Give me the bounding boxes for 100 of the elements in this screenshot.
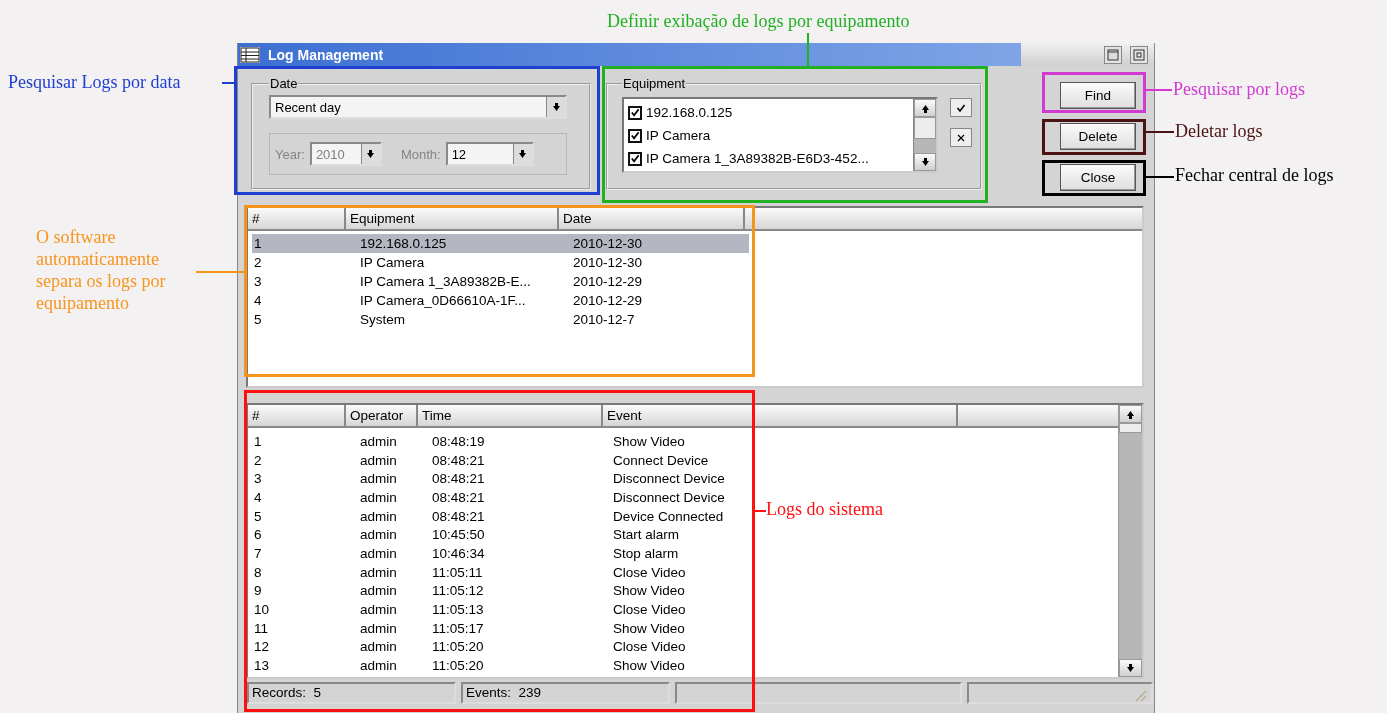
table-cell: 10 bbox=[254, 602, 270, 618]
table-cell-text: 2010-12-29 bbox=[572, 293, 644, 308]
table-cell-text: 3 bbox=[253, 274, 263, 289]
table-row[interactable]: 5 System 2010-12-7 bbox=[252, 310, 749, 329]
table-cell: admin bbox=[360, 508, 397, 524]
dropdown-button[interactable] bbox=[546, 97, 565, 117]
checkbox-item[interactable]: IP Camera bbox=[628, 124, 909, 147]
table-cell: 10:46:34 bbox=[432, 545, 485, 561]
table-cell: Device Connected bbox=[613, 508, 724, 524]
table-cell: 9 bbox=[254, 583, 262, 599]
column-header[interactable]: Event bbox=[603, 405, 958, 426]
column-header[interactable]: # bbox=[248, 405, 346, 426]
table-cell: 8 bbox=[254, 564, 262, 580]
scroll-thumb[interactable] bbox=[1119, 423, 1142, 433]
checkbox-item[interactable]: IP Camera 1_3A89382B-E6D3-452... bbox=[628, 147, 909, 170]
resize-grip-icon bbox=[1133, 688, 1147, 702]
action-button[interactable]: Find bbox=[1060, 82, 1136, 109]
table-cell-text: IP Camera bbox=[359, 255, 426, 270]
annotation-label: Deletar logs bbox=[1175, 120, 1263, 142]
table-cell: admin bbox=[360, 489, 397, 505]
table-cell: 08:48:21 bbox=[432, 452, 485, 468]
scrollbar[interactable] bbox=[913, 99, 936, 171]
leader-line bbox=[1146, 131, 1174, 133]
table-cell: 11:05:12 bbox=[432, 583, 484, 599]
table-cell: Close Video bbox=[613, 602, 686, 618]
table-cell-text: 2010-12-30 bbox=[572, 255, 644, 270]
table-cell: Show Video bbox=[613, 620, 685, 636]
table-cell: admin bbox=[360, 602, 397, 618]
select-all-button[interactable] bbox=[950, 98, 972, 117]
status-panel: Records: 5 bbox=[247, 682, 456, 704]
table-cell: 11:05:13 bbox=[432, 602, 484, 618]
table-cell: Show Video bbox=[613, 583, 685, 599]
checkbox[interactable] bbox=[628, 151, 642, 166]
restore-icon bbox=[1133, 48, 1145, 61]
table-cell-text: 2 bbox=[253, 255, 263, 270]
action-button[interactable]: Delete bbox=[1060, 123, 1136, 150]
table-cell: 7 bbox=[254, 545, 262, 561]
arrow-down-icon bbox=[1124, 662, 1137, 674]
table-cell: admin bbox=[360, 527, 397, 543]
table-cell: 1 bbox=[254, 433, 262, 449]
table-cell: 08:48:19 bbox=[432, 433, 485, 449]
table-cell: 11:05:20 bbox=[432, 639, 484, 655]
table-cell-text: 5 bbox=[253, 312, 263, 327]
check-icon bbox=[956, 102, 966, 113]
column-header[interactable]: Date bbox=[559, 208, 745, 229]
table-row[interactable]: 2 IP Camera 2010-12-30 bbox=[252, 253, 749, 272]
column-header[interactable]: Time bbox=[418, 405, 603, 426]
table-cell: 11:05:17 bbox=[432, 620, 484, 636]
field-label: Year: bbox=[275, 146, 305, 162]
table-cell: admin bbox=[360, 564, 397, 580]
table-cell-text: 2010-12-30 bbox=[572, 236, 644, 251]
table-cell-text: 2010-12-29 bbox=[572, 274, 644, 289]
restore-button[interactable] bbox=[1130, 45, 1148, 64]
table-cell: admin bbox=[360, 452, 397, 468]
dropdown-field: 2010 bbox=[309, 142, 382, 166]
scroll-thumb[interactable] bbox=[914, 117, 936, 139]
table-cell: 6 bbox=[254, 527, 262, 543]
window-title: Log Management bbox=[268, 46, 384, 63]
leader-line bbox=[196, 271, 244, 273]
table-cell: 2 bbox=[254, 452, 262, 468]
table-cell: Disconnect Device bbox=[613, 489, 725, 505]
table-row[interactable]: 3 IP Camera 1_3A89382B-E... 2010-12-29 bbox=[252, 272, 749, 291]
table-cell: Show Video bbox=[613, 433, 685, 449]
annotation-label: Fechar central de logs bbox=[1175, 164, 1334, 186]
table-cell: 5 bbox=[254, 508, 262, 524]
column-header[interactable]: # bbox=[248, 208, 346, 229]
table-cell: admin bbox=[360, 433, 397, 449]
annotation-label: Definir exibação de logs por equipamento bbox=[607, 10, 910, 32]
action-button[interactable]: Close bbox=[1060, 164, 1136, 191]
arrow-up-icon bbox=[1124, 408, 1137, 420]
table-cell: 08:48:21 bbox=[432, 508, 485, 524]
table-row[interactable]: 4 IP Camera_0D66610A-1F... 2010-12-29 bbox=[252, 291, 749, 310]
table-cell: Close Video bbox=[613, 639, 686, 655]
table-cell: 08:48:21 bbox=[432, 489, 485, 505]
table-cell-text: 4 bbox=[253, 293, 263, 308]
checkbox[interactable] bbox=[628, 128, 642, 143]
table-cell: admin bbox=[360, 639, 397, 655]
column-header[interactable]: Operator bbox=[346, 405, 418, 426]
clear-selection-button[interactable] bbox=[950, 128, 972, 147]
group-label: Equipment bbox=[622, 76, 687, 91]
table-cell-text: 2010-12-7 bbox=[572, 312, 636, 327]
table-cell: admin bbox=[360, 620, 397, 636]
table-cell: Connect Device bbox=[613, 452, 709, 468]
table-row[interactable]: 1 192.168.0.125 2010-12-30 bbox=[252, 234, 749, 253]
check-icon bbox=[630, 107, 640, 118]
table-cell-text: IP Camera_0D66610A-1F... bbox=[359, 293, 527, 308]
period-dropdown[interactable]: Recent day bbox=[269, 95, 567, 119]
table-cell: Start alarm bbox=[613, 527, 680, 543]
table-cell: 11 bbox=[254, 620, 268, 636]
table-cell: Show Video bbox=[613, 658, 685, 674]
table-cell-text: System bbox=[359, 312, 406, 327]
checkbox-item[interactable]: 192.168.0.125 bbox=[628, 101, 909, 124]
table-cell: admin bbox=[360, 471, 397, 487]
table-cell: Disconnect Device bbox=[613, 471, 725, 487]
column-header[interactable]: Equipment bbox=[346, 208, 559, 229]
checkbox[interactable] bbox=[628, 105, 642, 120]
annotation-label: O software automaticamente separa os logs por equipamento bbox=[36, 226, 167, 314]
scrollbar[interactable] bbox=[1118, 405, 1142, 677]
table-cell: 11:05:11 bbox=[432, 564, 483, 580]
maximize-button[interactable] bbox=[1104, 45, 1122, 64]
